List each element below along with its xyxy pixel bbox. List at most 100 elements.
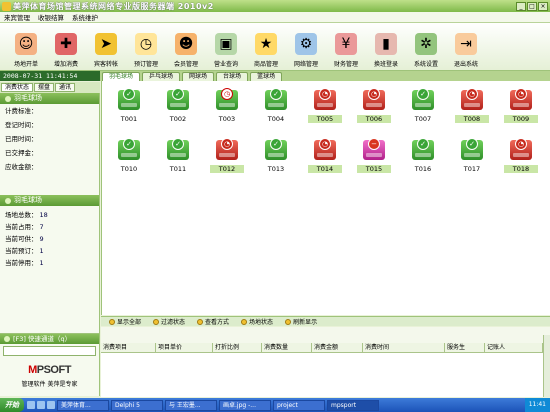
person-icon: ☺ [15, 33, 37, 55]
taskbar-task[interactable]: 美萍体育... [57, 399, 109, 411]
toolbar-button-exit[interactable]: ⇥ 退出系统 [446, 23, 486, 71]
court-name: T003 [218, 115, 236, 123]
tab-layout[interactable]: 摆盘 [34, 83, 55, 92]
detail-field-label: 已用时间： [5, 135, 38, 143]
maximize-button[interactable]: □ [527, 1, 537, 11]
grid-column-header[interactable]: 消费数量 [262, 343, 312, 352]
toolbar-label: 网络管理 [293, 61, 318, 68]
minimize-button[interactable]: _ [516, 1, 526, 11]
court-tile[interactable]: ◷ T003 [210, 88, 244, 128]
court-tile[interactable]: ◔ T006 [357, 88, 391, 128]
court-tab[interactable]: 乒乓球场 [142, 72, 181, 81]
court-tile[interactable]: ✓ T007 [406, 88, 440, 128]
quicklaunch-icon[interactable] [27, 401, 35, 409]
court-status-icon: ◔ [221, 138, 233, 150]
toolbar-button-gears[interactable]: ✲ 系统设置 [406, 23, 446, 71]
stat-label: 当前占用： [5, 223, 38, 231]
court-view-button[interactable]: 显示全部 [109, 317, 141, 326]
stat-value: 9 [39, 235, 44, 243]
stat-row: 当前可供： 9 [0, 233, 99, 245]
grid-scrollbar[interactable] [543, 335, 550, 397]
quicklaunch-icon[interactable] [37, 401, 45, 409]
court-tile[interactable]: ✓ T011 [161, 138, 195, 178]
court-view-button[interactable]: 刷新显示 [285, 317, 317, 326]
menu-system[interactable]: 系统维护 [72, 12, 98, 22]
quick-channel-input[interactable] [3, 346, 96, 356]
court-tile[interactable]: ◔ T005 [308, 88, 342, 128]
grid-column-header[interactable]: 项目单价 [156, 343, 213, 352]
toolbar-button-finance[interactable]: ¥ 财务管理 [326, 23, 366, 71]
court-tile[interactable]: ✓ T017 [455, 138, 489, 178]
toolbar-label: 场地开单 [13, 61, 38, 68]
court-view-button[interactable]: 场地状态 [241, 317, 273, 326]
arrows-icon: ➤ [95, 33, 117, 55]
menu-guest[interactable]: 来宾管理 [4, 12, 30, 22]
grid-column-header[interactable]: 消费金额 [312, 343, 363, 352]
taskbar-task[interactable]: project [273, 399, 325, 411]
start-button[interactable]: 开始 [0, 398, 24, 412]
stat-label: 场地总数： [5, 211, 38, 219]
taskbar-task[interactable]: 画卓.jpg -... [219, 399, 271, 411]
close-button[interactable]: × [538, 1, 548, 11]
task-list: 美萍体育... Delphi 5与 王宏墨... 画卓.jpg -... projec… [55, 399, 379, 411]
grid-column-header[interactable]: 打折比例 [213, 343, 262, 352]
court-tile[interactable]: ✓ T016 [406, 138, 440, 178]
toolbar-label: 财务管理 [333, 61, 358, 68]
toolbar-button-arrows[interactable]: ➤ 宾客转帐 [86, 23, 126, 71]
toolbar-button-group[interactable]: ☻ 会员管理 [166, 23, 206, 71]
court-status-icon: ✓ [172, 138, 184, 150]
window-title: 美萍体育场馆管理系统网络专业版服务器端 2010v2 [13, 1, 214, 11]
taskbar-task[interactable]: Delphi 5 [111, 399, 163, 411]
court-view-button[interactable]: 过滤状态 [153, 317, 185, 326]
court-tile[interactable]: ✓ T013 [259, 138, 293, 178]
court-status-icon: ◷ [221, 88, 233, 100]
court-view-button[interactable]: 查看方式 [197, 317, 229, 326]
court-status-icon: ✓ [123, 88, 135, 100]
toolbar-button-monitor[interactable]: ▣ 营业查询 [206, 23, 246, 71]
button-icon [153, 318, 160, 325]
court-tile[interactable]: ✓ T001 [112, 88, 146, 128]
court-tile[interactable]: ◔ T012 [210, 138, 244, 178]
menu-checkout[interactable]: 收银结算 [38, 12, 64, 22]
section-icon [4, 336, 10, 342]
court-name: T014 [308, 165, 342, 173]
court-tile[interactable]: − T015 [357, 138, 391, 178]
toolbar-button-network[interactable]: ⚙ 网络管理 [286, 23, 326, 71]
toolbar-button-gift[interactable]: ✚ 增加消费 [46, 23, 86, 71]
court-name: T018 [504, 165, 538, 173]
court-tab[interactable]: 网球场 [182, 72, 215, 81]
exit-icon: ⇥ [455, 33, 477, 55]
toolbar-button-door[interactable]: ▮ 换班登录 [366, 23, 406, 71]
court-tab[interactable]: 篮球场 [250, 72, 283, 81]
button-icon [109, 318, 115, 325]
court-status-icon: ✓ [123, 138, 135, 150]
court-tab[interactable]: 台球场 [216, 72, 249, 81]
court-tile[interactable]: ◔ T009 [504, 88, 538, 128]
tab-consumption-status[interactable]: 消费状态 [1, 83, 34, 92]
toolbar-button-person[interactable]: ☺ 场地开单 [6, 23, 46, 71]
court-name: T010 [120, 165, 138, 173]
tab-communication[interactable]: 通讯 [55, 83, 76, 92]
grid-column-header[interactable]: 服务生 [445, 343, 485, 352]
court-tile[interactable]: ✓ T004 [259, 88, 293, 128]
consumption-grid-frame [101, 327, 550, 343]
button-label: 刷新显示 [293, 319, 318, 326]
toolbar-button-star[interactable]: ★ 商品管理 [246, 23, 286, 71]
grid-column-header[interactable]: 记账人 [485, 343, 543, 352]
court-tab[interactable]: 羽毛球场 [102, 72, 141, 81]
court-tile[interactable]: ✓ T002 [161, 88, 195, 128]
toolbar-button-clock[interactable]: ◷ 预订管理 [126, 23, 166, 71]
court-tile[interactable]: ◔ T014 [308, 138, 342, 178]
court-tile[interactable]: ✓ T010 [112, 138, 146, 178]
court-name: T009 [504, 115, 538, 123]
court-status-icon: ✓ [270, 88, 282, 100]
stat-row: 场地总数： 18 [0, 209, 99, 221]
grid-column-header[interactable]: 消费时间 [363, 343, 445, 352]
taskbar-task[interactable]: mpsport [327, 399, 379, 411]
grid-column-header[interactable]: 消费项目 [101, 343, 156, 352]
court-tile[interactable]: ◔ T018 [504, 138, 538, 178]
detail-panel-header: 羽毛球场 [0, 93, 99, 104]
court-tile[interactable]: ◔ T008 [455, 88, 489, 128]
taskbar-task[interactable]: 与 王宏墨... [165, 399, 217, 411]
quicklaunch-icon[interactable] [47, 401, 55, 409]
